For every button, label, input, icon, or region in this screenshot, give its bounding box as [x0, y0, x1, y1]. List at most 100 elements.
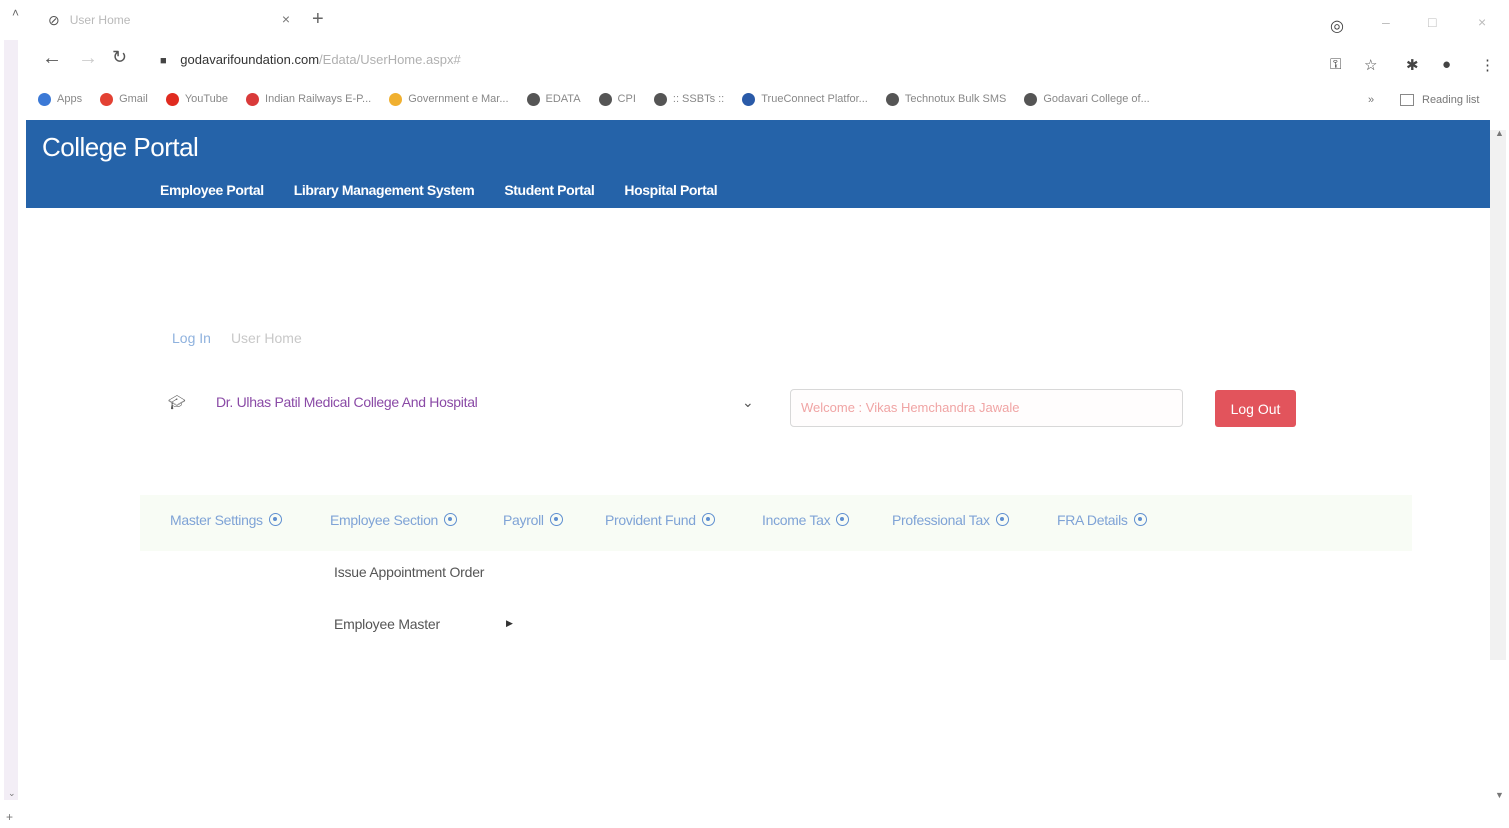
menu-label: Master Settings — [170, 512, 263, 528]
module-menu-bar: Master Settings Employee Section Payroll… — [140, 495, 1412, 551]
menu-professional-tax[interactable]: Professional Tax — [892, 512, 1009, 528]
close-window-icon[interactable]: × — [1478, 14, 1486, 30]
bookmark-favicon-icon — [165, 92, 179, 106]
nav-library-management[interactable]: Library Management System — [294, 182, 475, 198]
graduation-cap-icon: 🎓︎ — [168, 394, 186, 410]
url-host: godavarifoundation.com — [180, 52, 320, 67]
bookmark-item[interactable]: :: SSBTs :: — [653, 92, 725, 106]
bookmark-item[interactable]: Apps — [38, 92, 83, 106]
bookmark-favicon-icon — [38, 92, 51, 106]
chevron-down-icon[interactable]: ⌄ — [742, 394, 754, 411]
menu-income-tax[interactable]: Income Tax — [762, 512, 850, 528]
menu-label: Income Tax — [762, 512, 831, 528]
college-select-row[interactable]: 🎓︎ Dr. Ulhas Patil Medical College And H… — [168, 390, 768, 420]
menu-label: Employee Section — [330, 512, 439, 528]
nav-hospital-portal[interactable]: Hospital Portal — [624, 182, 717, 198]
maximize-icon[interactable]: □ — [1428, 14, 1436, 30]
scroll-up-icon[interactable]: ▲ — [1495, 128, 1504, 138]
bookmark-item[interactable]: YouTube — [165, 92, 229, 106]
brand-title[interactable]: College Portal — [42, 132, 199, 163]
menu-fra-details[interactable]: FRA Details — [1057, 512, 1147, 528]
new-tab-icon[interactable]: + — [312, 8, 324, 31]
welcome-field[interactable]: Welcome : Vikas Hemchandra Jawale — [790, 389, 1183, 427]
bookmark-label: Indian Railways E-P... — [265, 93, 372, 105]
nav-employee-portal[interactable]: Employee Portal — [160, 182, 264, 198]
extensions-icon[interactable]: ✱ — [1406, 56, 1419, 74]
bookmark-label: EDATA — [545, 93, 581, 105]
bookmark-label: :: SSBTs :: — [672, 93, 725, 105]
minimize-icon[interactable]: – — [1382, 14, 1390, 30]
left-edge-strip — [4, 40, 18, 800]
tab-title: User Home — [69, 13, 131, 27]
bookmark-favicon-icon — [246, 92, 260, 106]
bookmark-favicon-icon — [100, 92, 114, 106]
scroll-left-caret-icon[interactable]: ⌄ — [8, 788, 16, 799]
site-header: College Portal Employee Portal Library M… — [26, 120, 1490, 208]
scroll-down-icon[interactable]: ▼ — [1495, 790, 1504, 800]
url-field[interactable]: ■ godavarifoundation.com/Edata/UserHome.… — [160, 52, 461, 67]
page-scrollbar[interactable] — [1490, 130, 1506, 660]
reading-list-button[interactable]: Reading list — [1400, 94, 1480, 107]
bookmark-item[interactable]: CPI — [598, 92, 636, 106]
bookmarks-bar: Apps Gmail YouTube Indian Railways E-P... Go… — [38, 88, 1168, 110]
menu-master-settings[interactable]: Master Settings — [170, 512, 282, 528]
menu-payroll[interactable]: Payroll — [503, 512, 563, 528]
bookmark-favicon-icon — [526, 92, 540, 106]
menu-employee-section[interactable]: Employee Section — [330, 512, 458, 528]
bookmark-favicon-icon — [742, 92, 756, 106]
globe-icon: ⊘ — [48, 11, 60, 28]
bookmark-favicon-icon — [885, 92, 899, 106]
browser-chrome: ˄ ⊘ User Home × + ◎ – □ × ← → ↻ ■ godava… — [0, 0, 1509, 118]
circle-dot-icon — [549, 513, 563, 526]
bookmark-item[interactable]: TrueConnect Platfor... — [742, 92, 868, 106]
dropdown-employee-master[interactable]: Employee Master — [334, 616, 440, 632]
employee-section-dropdown: Issue Appointment Order Employee Master — [318, 552, 518, 682]
plus-icon[interactable]: + — [6, 810, 13, 824]
top-nav: Employee Portal Library Management Syste… — [160, 182, 747, 198]
circle-dot-icon — [1133, 513, 1147, 526]
bookmark-item[interactable]: Indian Railways E-P... — [246, 92, 372, 106]
menu-label: Provident Fund — [605, 512, 696, 528]
bookmark-favicon-icon — [389, 92, 403, 106]
tab-strip: ⊘ User Home × + ◎ – □ × — [0, 0, 1509, 40]
back-icon[interactable]: ← — [42, 47, 62, 70]
dropdown-issue-appointment-order[interactable]: Issue Appointment Order — [334, 564, 484, 580]
bookmark-favicon-icon — [1024, 92, 1038, 106]
menu-label: FRA Details — [1057, 512, 1128, 528]
bookmark-label: TrueConnect Platfor... — [761, 93, 868, 105]
profile-circle-icon[interactable]: ◎ — [1330, 16, 1344, 36]
bookmarks-overflow-icon[interactable]: » — [1368, 94, 1374, 106]
bookmark-star-icon[interactable]: ☆ — [1364, 56, 1377, 74]
lock-icon: ■ — [160, 55, 167, 67]
bookmark-label: Gmail — [119, 93, 148, 105]
circle-dot-icon — [836, 513, 850, 526]
breadcrumb-login-link[interactable]: Log In — [172, 330, 211, 346]
reading-list-label: Reading list — [1422, 94, 1480, 106]
reload-icon[interactable]: ↻ — [112, 47, 127, 68]
menu-provident-fund[interactable]: Provident Fund — [605, 512, 715, 528]
bookmark-item[interactable]: Technotux Bulk SMS — [885, 92, 1006, 106]
logout-button[interactable]: Log Out — [1215, 390, 1296, 427]
bookmark-item[interactable]: Gmail — [100, 92, 148, 106]
reading-list-icon — [1400, 94, 1414, 107]
bookmark-item[interactable]: EDATA — [526, 92, 581, 106]
close-tab-icon[interactable]: × — [282, 11, 290, 27]
nav-student-portal[interactable]: Student Portal — [504, 182, 594, 198]
college-select[interactable]: Dr. Ulhas Patil Medical College And Hosp… — [216, 394, 478, 410]
url-path: /Edata/UserHome.aspx# — [319, 52, 461, 67]
forward-icon[interactable]: → — [78, 47, 98, 70]
circle-dot-icon — [444, 513, 458, 526]
breadcrumb-current: User Home — [230, 330, 302, 346]
bookmark-item[interactable]: Government e Mar... — [389, 92, 509, 106]
circle-dot-icon — [701, 513, 715, 526]
account-icon[interactable]: ● — [1442, 56, 1451, 73]
bookmark-favicon-icon — [598, 92, 612, 106]
submenu-arrow-icon: ▶ — [506, 618, 513, 628]
circle-dot-icon — [268, 513, 282, 526]
key-icon[interactable]: ⚿ — [1330, 56, 1341, 73]
bookmark-item[interactable]: Godavari College of... — [1024, 92, 1150, 106]
bookmark-label: YouTube — [184, 93, 229, 105]
bookmark-label: Apps — [57, 93, 83, 105]
menu-kebab-icon[interactable]: ⋮ — [1480, 56, 1495, 74]
browser-tab[interactable]: ⊘ User Home × — [40, 6, 300, 34]
